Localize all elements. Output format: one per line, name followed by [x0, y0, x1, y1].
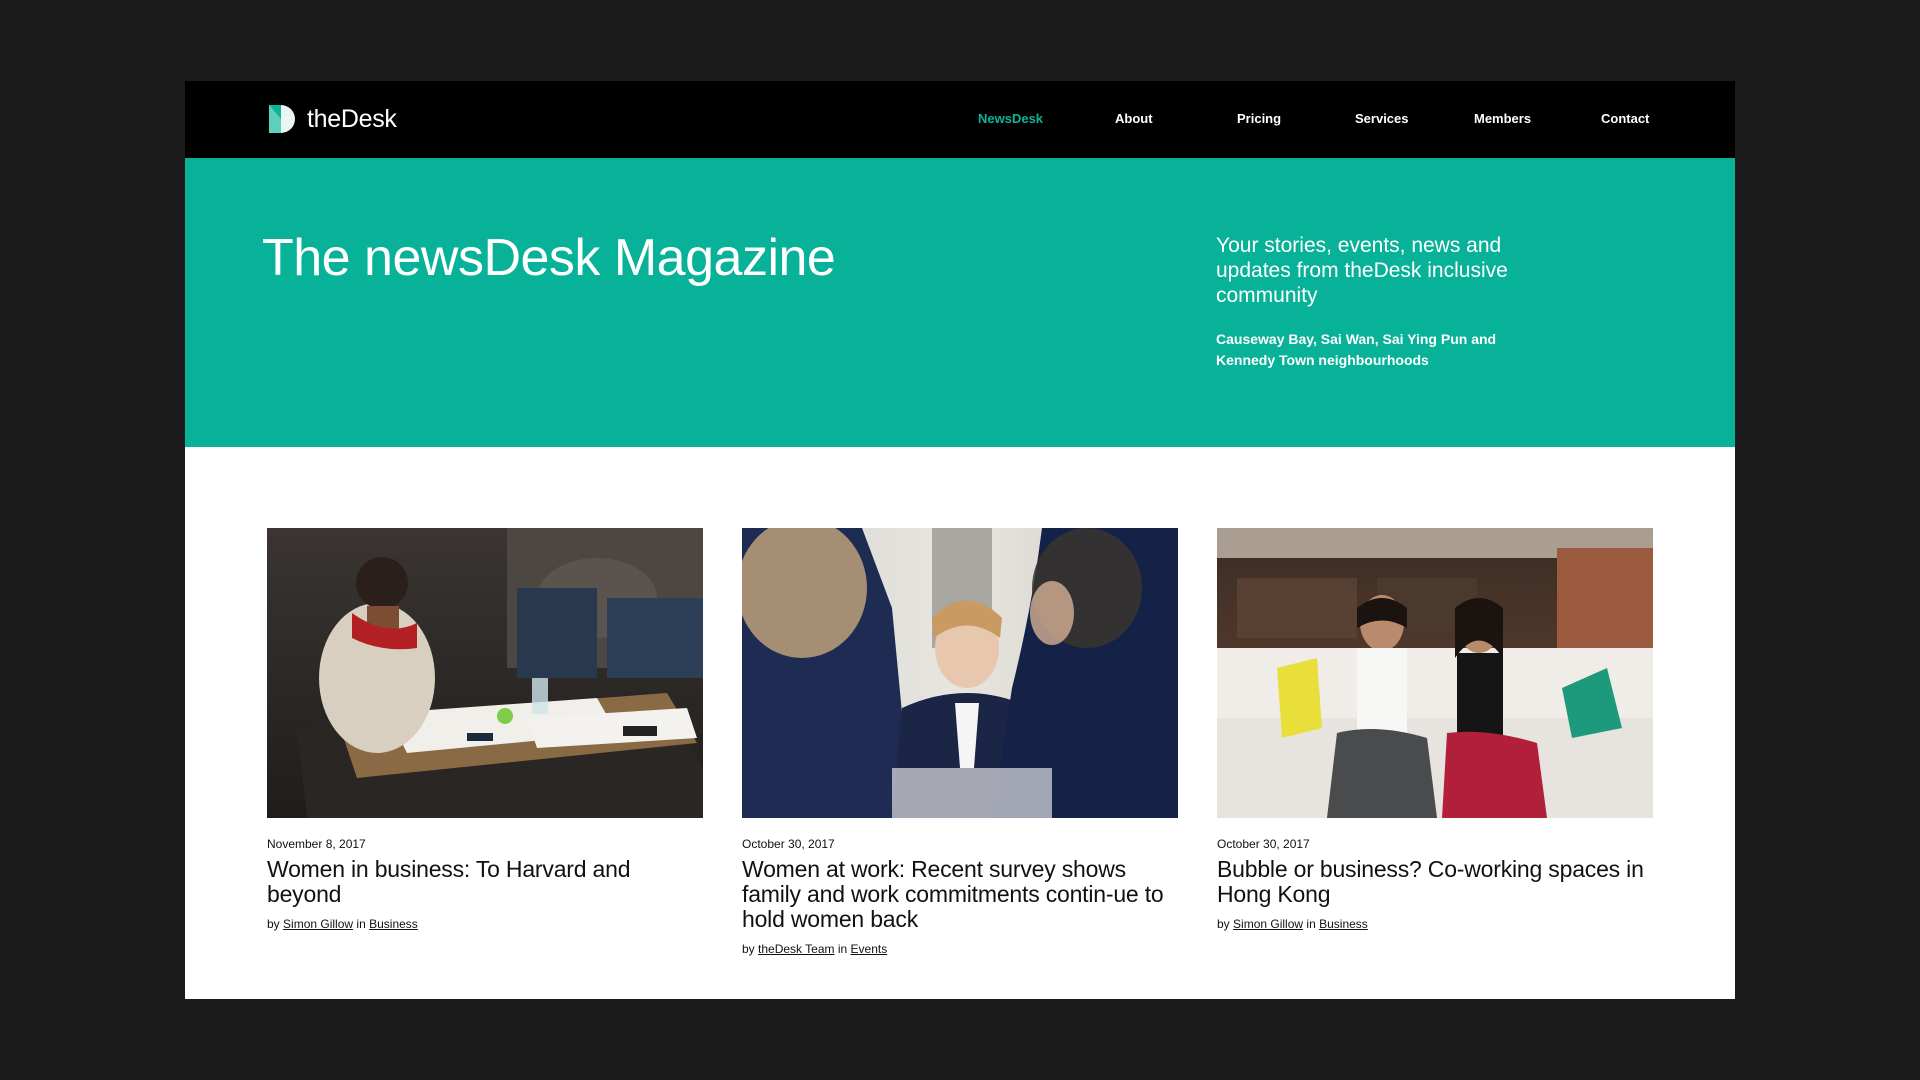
nav-item-services[interactable]: Services — [1355, 111, 1409, 126]
nav-item-contact[interactable]: Contact — [1601, 111, 1649, 126]
women-in-meeting-photo[interactable] — [742, 528, 1178, 818]
nav-item-newsdesk[interactable]: NewsDesk — [978, 111, 1043, 126]
article-card[interactable]: October 30, 2017 Bubble or business? Co-… — [1217, 528, 1653, 931]
byline-by: by — [742, 942, 755, 956]
two-women-on-sofa-photo[interactable] — [1217, 528, 1653, 818]
hero-tagline: Your stories, events, news and updates f… — [1216, 234, 1508, 307]
article-title[interactable]: Women at work: Recent survey shows famil… — [742, 857, 1178, 932]
article-title[interactable]: Bubble or business? Co-working spaces in… — [1217, 857, 1653, 907]
category-link[interactable]: Business — [369, 917, 418, 931]
article-date: October 30, 2017 — [1217, 837, 1310, 851]
article-list: November 8, 2017 Women in business: To H… — [185, 528, 1735, 968]
byline-by: by — [1217, 917, 1230, 931]
category-link[interactable]: Events — [851, 942, 888, 956]
byline-in: in — [1306, 917, 1316, 931]
article-title[interactable]: Women in business: To Harvard and beyond — [267, 857, 703, 907]
article-byline: by Simon Gillow in Business — [1217, 917, 1653, 931]
article-byline: by Simon Gillow in Business — [267, 917, 703, 931]
page-title: The newsDesk Magazine — [262, 229, 836, 287]
hero-neighbourhoods: Causeway Bay, Sai Wan, Sai Ying Pun and … — [1216, 331, 1497, 368]
article-card[interactable]: October 30, 2017 Women at work: Recent s… — [742, 528, 1178, 956]
nav-item-members[interactable]: Members — [1474, 111, 1531, 126]
byline-by: by — [267, 917, 280, 931]
article-card[interactable]: November 8, 2017 Women in business: To H… — [267, 528, 703, 931]
main-nav: NewsDesk About Pricing Services Members … — [185, 81, 1735, 158]
hero-banner: The newsDesk Magazine Your stories, even… — [185, 158, 1735, 447]
article-byline: by theDesk Team in Events — [742, 942, 1178, 956]
article-date: November 8, 2017 — [267, 837, 366, 851]
author-link[interactable]: Simon Gillow — [1233, 917, 1303, 931]
browser-page: theDesk NewsDesk About Pricing Services … — [185, 81, 1735, 999]
nav-item-about[interactable]: About — [1115, 111, 1153, 126]
byline-in: in — [356, 917, 366, 931]
byline-in: in — [837, 942, 848, 956]
author-link[interactable]: theDesk Team — [758, 942, 834, 956]
top-navigation-bar: theDesk NewsDesk About Pricing Services … — [185, 81, 1735, 158]
article-date: October 30, 2017 — [742, 837, 835, 851]
group-of-women-working-at-table-photo[interactable] — [267, 528, 703, 818]
author-link[interactable]: Simon Gillow — [283, 917, 353, 931]
category-link[interactable]: Business — [1319, 917, 1368, 931]
nav-item-pricing[interactable]: Pricing — [1237, 111, 1281, 126]
